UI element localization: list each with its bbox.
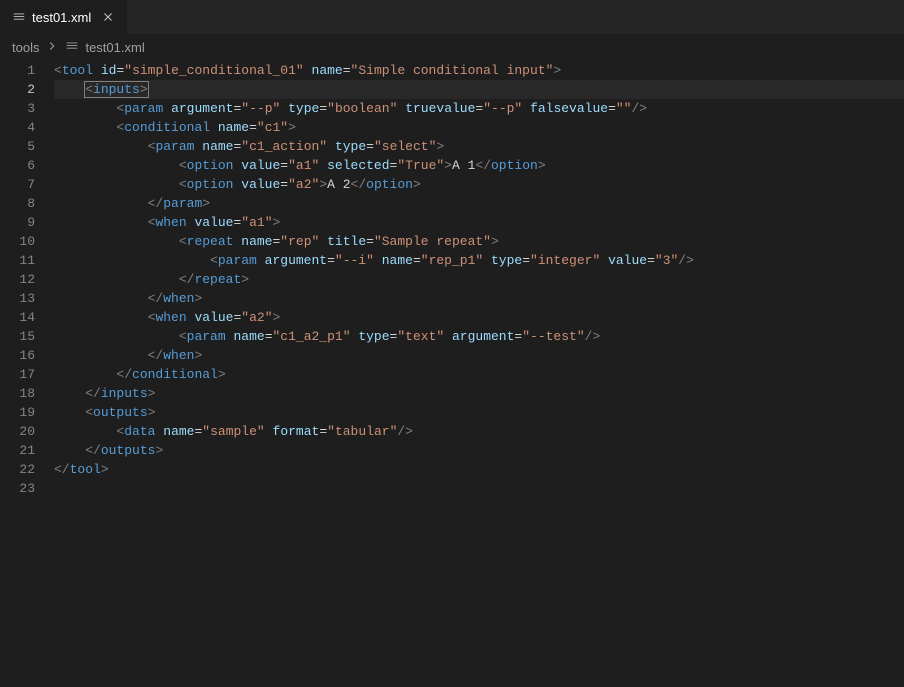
line-number: 21 [0, 441, 35, 460]
code-line[interactable]: <param name="c1_a2_p1" type="text" argum… [54, 327, 904, 346]
code-area[interactable]: <tool id="simple_conditional_01" name="S… [50, 61, 904, 687]
line-number: 20 [0, 422, 35, 441]
line-number: 4 [0, 118, 35, 137]
gutter: 1234567891011121314151617181920212223 [0, 61, 50, 687]
code-line[interactable]: </when> [54, 289, 904, 308]
line-number: 10 [0, 232, 35, 251]
close-icon[interactable] [101, 10, 115, 24]
code-line[interactable]: <param argument="--i" name="rep_p1" type… [54, 251, 904, 270]
code-line[interactable]: <data name="sample" format="tabular"/> [54, 422, 904, 441]
code-editor[interactable]: 1234567891011121314151617181920212223 <t… [0, 61, 904, 687]
code-line[interactable]: <when value="a2"> [54, 308, 904, 327]
tab-bar: test01.xml [0, 0, 904, 35]
line-number: 5 [0, 137, 35, 156]
line-number: 13 [0, 289, 35, 308]
code-line[interactable]: </repeat> [54, 270, 904, 289]
code-line[interactable]: </tool> [54, 460, 904, 479]
line-number: 6 [0, 156, 35, 175]
code-line[interactable]: </when> [54, 346, 904, 365]
code-line[interactable]: <param name="c1_action" type="select"> [54, 137, 904, 156]
code-line[interactable]: </conditional> [54, 365, 904, 384]
scrollbar-thumb[interactable] [891, 57, 904, 177]
line-number: 18 [0, 384, 35, 403]
line-number: 1 [0, 61, 35, 80]
code-line[interactable]: </param> [54, 194, 904, 213]
breadcrumb[interactable]: tools test01.xml [0, 35, 904, 61]
line-number: 23 [0, 479, 35, 498]
line-number: 15 [0, 327, 35, 346]
code-line[interactable]: <tool id="simple_conditional_01" name="S… [54, 61, 904, 80]
line-number: 2 [0, 80, 35, 99]
code-line[interactable]: <option value="a1" selected="True">A 1</… [54, 156, 904, 175]
line-number: 12 [0, 270, 35, 289]
line-number: 14 [0, 308, 35, 327]
line-number: 11 [0, 251, 35, 270]
code-line[interactable]: <option value="a2">A 2</option> [54, 175, 904, 194]
breadcrumb-folder[interactable]: tools [12, 40, 39, 55]
code-line[interactable]: </outputs> [54, 441, 904, 460]
line-number: 16 [0, 346, 35, 365]
chevron-right-icon [45, 39, 59, 56]
line-number: 8 [0, 194, 35, 213]
line-number: 3 [0, 99, 35, 118]
code-line[interactable]: <conditional name="c1"> [54, 118, 904, 137]
line-number: 19 [0, 403, 35, 422]
tab-active[interactable]: test01.xml [0, 0, 128, 34]
code-line[interactable]: <param argument="--p" type="boolean" tru… [54, 99, 904, 118]
scrollbar[interactable] [891, 57, 904, 683]
code-line[interactable]: <outputs> [54, 403, 904, 422]
file-xml-icon [65, 39, 79, 56]
code-line[interactable]: <inputs> [54, 80, 904, 99]
line-number: 9 [0, 213, 35, 232]
line-number: 22 [0, 460, 35, 479]
file-xml-icon [12, 10, 26, 24]
line-number: 17 [0, 365, 35, 384]
line-number: 7 [0, 175, 35, 194]
code-line[interactable]: <repeat name="rep" title="Sample repeat"… [54, 232, 904, 251]
breadcrumb-file[interactable]: test01.xml [85, 40, 144, 55]
tab-label: test01.xml [32, 10, 91, 25]
code-line[interactable]: <when value="a1"> [54, 213, 904, 232]
code-line[interactable]: </inputs> [54, 384, 904, 403]
